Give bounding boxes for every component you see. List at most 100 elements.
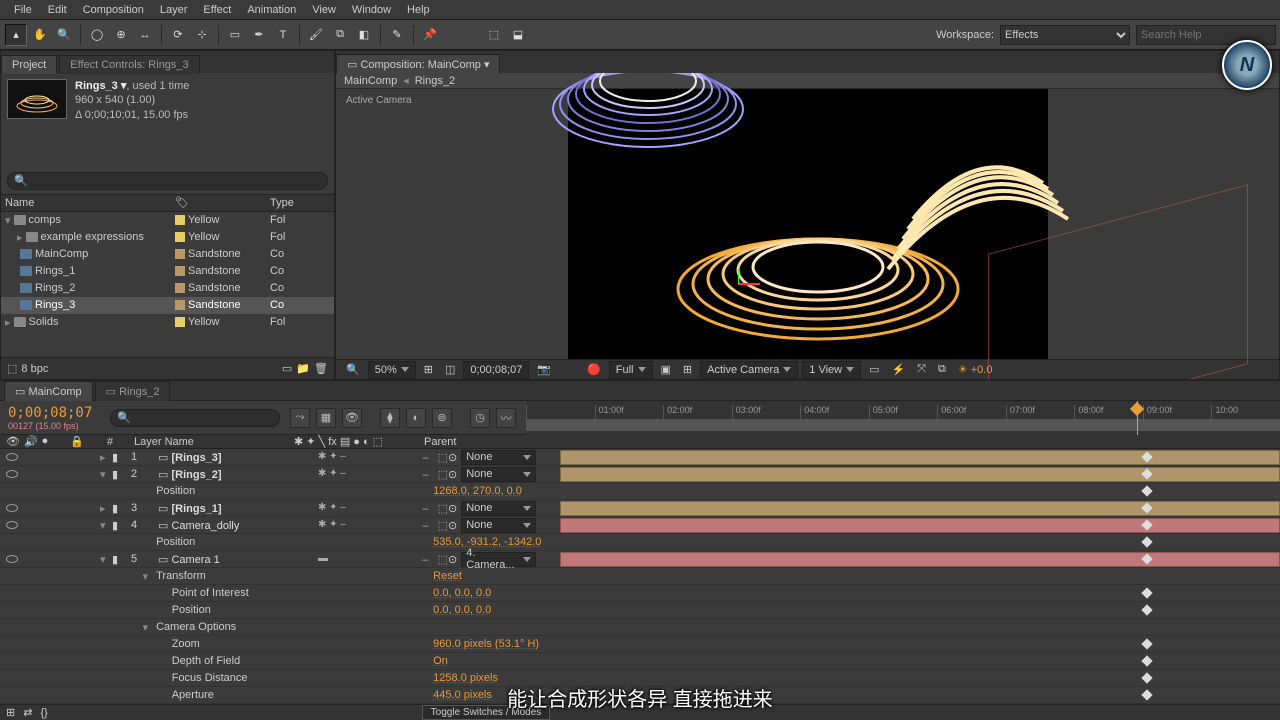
property-row[interactable]: Zoom 960.0 pixels (53.1° H) [0,636,1280,653]
property-row[interactable]: ▾ Transform Reset [0,568,1280,585]
project-row[interactable]: Rings_3 Sandstone Co [1,297,334,314]
property-row[interactable]: Point of Interest 0.0, 0.0, 0.0 [0,585,1280,602]
col-layer-name[interactable]: Layer Name [134,436,294,448]
new-comp-icon[interactable]: ▭ [282,362,292,375]
brush-tool[interactable]: 🖌 [305,24,327,46]
effect-controls-tab[interactable]: Effect Controls: Rings_3 [59,55,199,74]
new-folder-icon[interactable]: 📁 [296,362,310,375]
zoom-tool[interactable]: 🔍 [53,24,75,46]
menu-edit[interactable]: Edit [40,4,75,16]
layer-row[interactable]: ▸ ▮ 1 ▭ [Rings_3] ✱ ✦ –– ⬚ ⊙ None [0,449,1280,466]
parent-select[interactable]: 4. Camera... [461,552,536,567]
eye-icon[interactable] [6,555,18,563]
property-value[interactable]: 0.0, 0.0, 0.0 [433,604,491,616]
timeline-tab-rings2[interactable]: ▭ Rings_2 [95,381,171,401]
timeline-search[interactable]: 🔍 [110,409,280,427]
frame-blend-icon[interactable]: ⧫ [380,408,400,428]
property-value[interactable]: 0.0, 0.0, 0.0 [433,587,491,599]
project-row[interactable]: MainComp Sandstone Co [1,246,334,263]
parent-select[interactable]: None [461,501,536,516]
project-row[interactable]: ▸Solids Yellow Fol [1,314,334,331]
menu-help[interactable]: Help [399,4,438,16]
project-row[interactable]: Rings_2 Sandstone Co [1,280,334,297]
graph-editor-icon[interactable]: 〰 [496,408,516,428]
track-z-tool[interactable]: ↔ [134,24,156,46]
project-row[interactable]: Rings_1 Sandstone Co [1,263,334,280]
menu-file[interactable]: File [6,4,40,16]
breadcrumb-rings2[interactable]: Rings_2 [415,75,455,87]
rotate-tool[interactable]: ⟳ [167,24,189,46]
label-swatch[interactable] [175,249,185,259]
puppet-tool[interactable]: 📌 [419,24,441,46]
timeline-tab-maincomp[interactable]: ▭ MainComp [4,381,93,401]
preview-time[interactable]: 0;00;08;07 [463,361,529,379]
time-ruler[interactable]: 01:00f02:00f03:00f04:00f05:00f06:00f07:0… [526,401,1280,435]
composition-tab[interactable]: ▭ Composition: MainComp ▾ [336,54,500,74]
brainstorm-icon[interactable]: ⊚ [432,408,452,428]
label-swatch[interactable] [175,317,185,327]
property-value[interactable]: 1268.0, 270.0, 0.0 [433,485,522,497]
parent-select[interactable]: None [461,467,536,482]
label-swatch[interactable] [175,232,185,242]
mask-icon[interactable]: ◫ [441,363,459,376]
eye-icon[interactable] [6,470,18,478]
roto-tool[interactable]: ✎ [386,24,408,46]
workspace-select[interactable]: Effects [1000,25,1130,45]
pen-tool[interactable]: ✒ [248,24,270,46]
menu-layer[interactable]: Layer [152,4,196,16]
project-col-label-icon[interactable]: 🏷 [175,196,270,209]
magnify-icon[interactable]: 🔍 [342,363,364,376]
property-row[interactable]: Position 1268.0, 270.0, 0.0 [0,483,1280,500]
label-swatch[interactable] [175,300,185,310]
menu-view[interactable]: View [304,4,344,16]
property-value[interactable]: 960.0 pixels (53.1° H) [433,638,539,650]
menu-animation[interactable]: Animation [239,4,304,16]
property-row[interactable]: ▾ Camera Options [0,619,1280,636]
track-xy-tool[interactable]: ⊕ [110,24,132,46]
rect-tool[interactable]: ▭ [224,24,246,46]
snapshot-icon[interactable]: 📷 [533,363,555,376]
axis-local-icon[interactable]: ⬚ [483,24,505,46]
parent-select[interactable]: None [461,518,536,533]
layer-row[interactable]: ▸ ▮ 3 ▭ [Rings_1] ✱ ✦ –– ⬚ ⊙ None [0,500,1280,517]
parent-select[interactable]: None [461,450,536,465]
label-swatch[interactable] [175,215,185,225]
eye-icon[interactable] [6,521,18,529]
menu-effect[interactable]: Effect [195,4,239,16]
eraser-tool[interactable]: ◧ [353,24,375,46]
project-search[interactable]: 🔍 [7,172,328,190]
anchor-tool[interactable]: ⊹ [191,24,213,46]
layer-row[interactable]: ▾ ▮ 2 ▭ [Rings_2] ✱ ✦ –– ⬚ ⊙ None [0,466,1280,483]
viewport[interactable]: Active Camera [336,89,1279,359]
property-value[interactable]: On [433,655,448,667]
breadcrumb-maincomp[interactable]: MainComp [344,75,397,87]
resolution-select[interactable]: Full [609,361,653,379]
zoom-select[interactable]: 50% [368,361,416,379]
project-row[interactable]: ▸example expressions Yellow Fol [1,229,334,246]
property-value[interactable]: Reset [433,570,462,582]
comp-mini-flowchart-icon[interactable]: ⤳ [290,408,310,428]
delete-icon[interactable]: 🗑 [314,362,328,375]
project-col-name[interactable]: Name [5,197,175,209]
axis-gizmo[interactable] [738,269,768,299]
label-swatch[interactable] [175,266,185,276]
property-row[interactable]: Depth of Field On [0,653,1280,670]
project-row[interactable]: ▾comps Yellow Fol [1,212,334,229]
layer-row[interactable]: ▾ ▮ 4 ▭ Camera_dolly ✱ ✦ –– ⬚ ⊙ None [0,517,1280,534]
eye-icon[interactable] [6,453,18,461]
property-row[interactable]: Position 535.0, -931.2, -1342.0 [0,534,1280,551]
layer-row[interactable]: ▾ ▮ 5 ▭ Camera 1 ▬– ⬚ ⊙ 4. Camera... [0,551,1280,568]
motion-blur-icon[interactable]: ◐ [406,408,426,428]
selection-tool[interactable]: ▴ [5,24,27,46]
auto-keyframe-icon[interactable]: ◷ [470,408,490,428]
shy-icon[interactable]: 👁 [342,408,362,428]
current-time[interactable]: 0;00;08;07 [8,405,102,421]
label-swatch[interactable] [175,283,185,293]
orbit-tool[interactable]: ◯ [86,24,108,46]
type-tool[interactable]: T [272,24,294,46]
property-row[interactable]: Position 0.0, 0.0, 0.0 [0,602,1280,619]
eye-icon[interactable] [6,504,18,512]
menu-composition[interactable]: Composition [75,4,152,16]
canvas[interactable] [568,89,1048,359]
hand-tool[interactable]: ✋ [29,24,51,46]
